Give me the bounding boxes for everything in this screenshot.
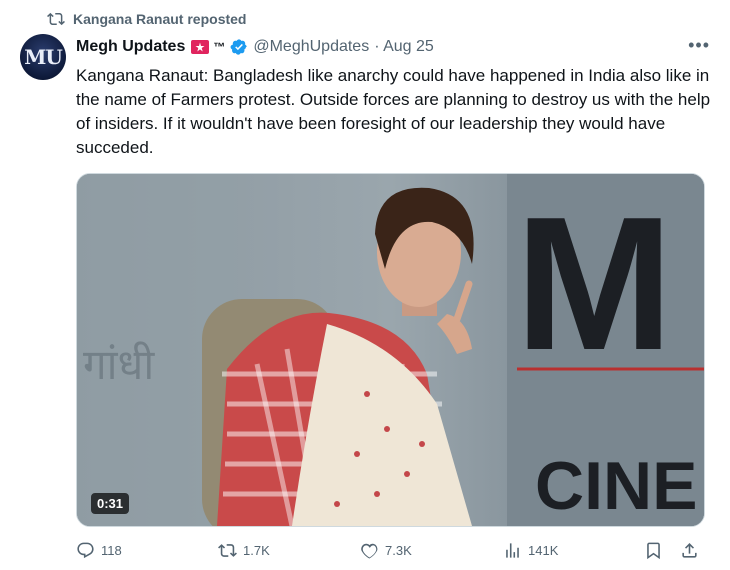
reply-button[interactable]: 118 bbox=[76, 541, 122, 560]
backdrop-letter-m: M bbox=[515, 178, 673, 390]
author-handle[interactable]: @MeghUpdates bbox=[253, 38, 369, 56]
share-button[interactable] bbox=[680, 541, 699, 560]
tm-mark: ™ bbox=[213, 40, 226, 54]
video-duration: 0:31 bbox=[91, 493, 130, 514]
reply-icon bbox=[77, 542, 94, 559]
heart-icon bbox=[361, 543, 378, 559]
repost-label: Kangana Ranaut reposted bbox=[73, 11, 247, 27]
view-count: 141K bbox=[528, 543, 559, 558]
bookmark-button[interactable] bbox=[644, 541, 663, 560]
avatar-text: MU bbox=[24, 45, 63, 69]
tweet-actions: 118 1.7K 7.3K 141K bbox=[76, 541, 706, 565]
like-button[interactable]: 7.3K bbox=[360, 541, 412, 560]
author-name[interactable]: Megh Updates bbox=[76, 38, 185, 56]
tweet-text: Kangana Ranaut: Bangladesh like anarchy … bbox=[76, 66, 711, 157]
repost-icon bbox=[218, 544, 237, 557]
reply-count: 118 bbox=[101, 543, 122, 558]
backdrop-cine-text: CINE bbox=[535, 448, 697, 524]
tweet-header: Megh Updates ™ @MeghUpdates · Aug 25 ••• bbox=[76, 35, 710, 59]
more-options-icon[interactable]: ••• bbox=[688, 35, 710, 56]
avatar[interactable]: MU bbox=[20, 34, 66, 80]
repost-indicator[interactable]: Kangana Ranaut reposted bbox=[47, 8, 246, 30]
views-button[interactable]: 141K bbox=[503, 541, 558, 560]
repost-button[interactable]: 1.7K bbox=[218, 541, 270, 560]
bookmark-icon bbox=[647, 542, 660, 560]
siren-icon bbox=[190, 39, 210, 55]
repost-count: 1.7K bbox=[243, 543, 270, 558]
share-icon bbox=[682, 543, 697, 558]
backdrop-hindi-text: गांधी bbox=[83, 340, 155, 389]
tweet-date[interactable]: · Aug 25 bbox=[374, 38, 434, 56]
video-player[interactable]: गांधी M CINE 0:31 bbox=[76, 173, 705, 527]
verified-badge-icon bbox=[230, 39, 248, 55]
video-thumbnail: गांधी M CINE bbox=[77, 174, 704, 526]
like-count: 7.3K bbox=[385, 543, 412, 558]
analytics-icon bbox=[506, 543, 519, 558]
repost-icon bbox=[47, 12, 65, 26]
